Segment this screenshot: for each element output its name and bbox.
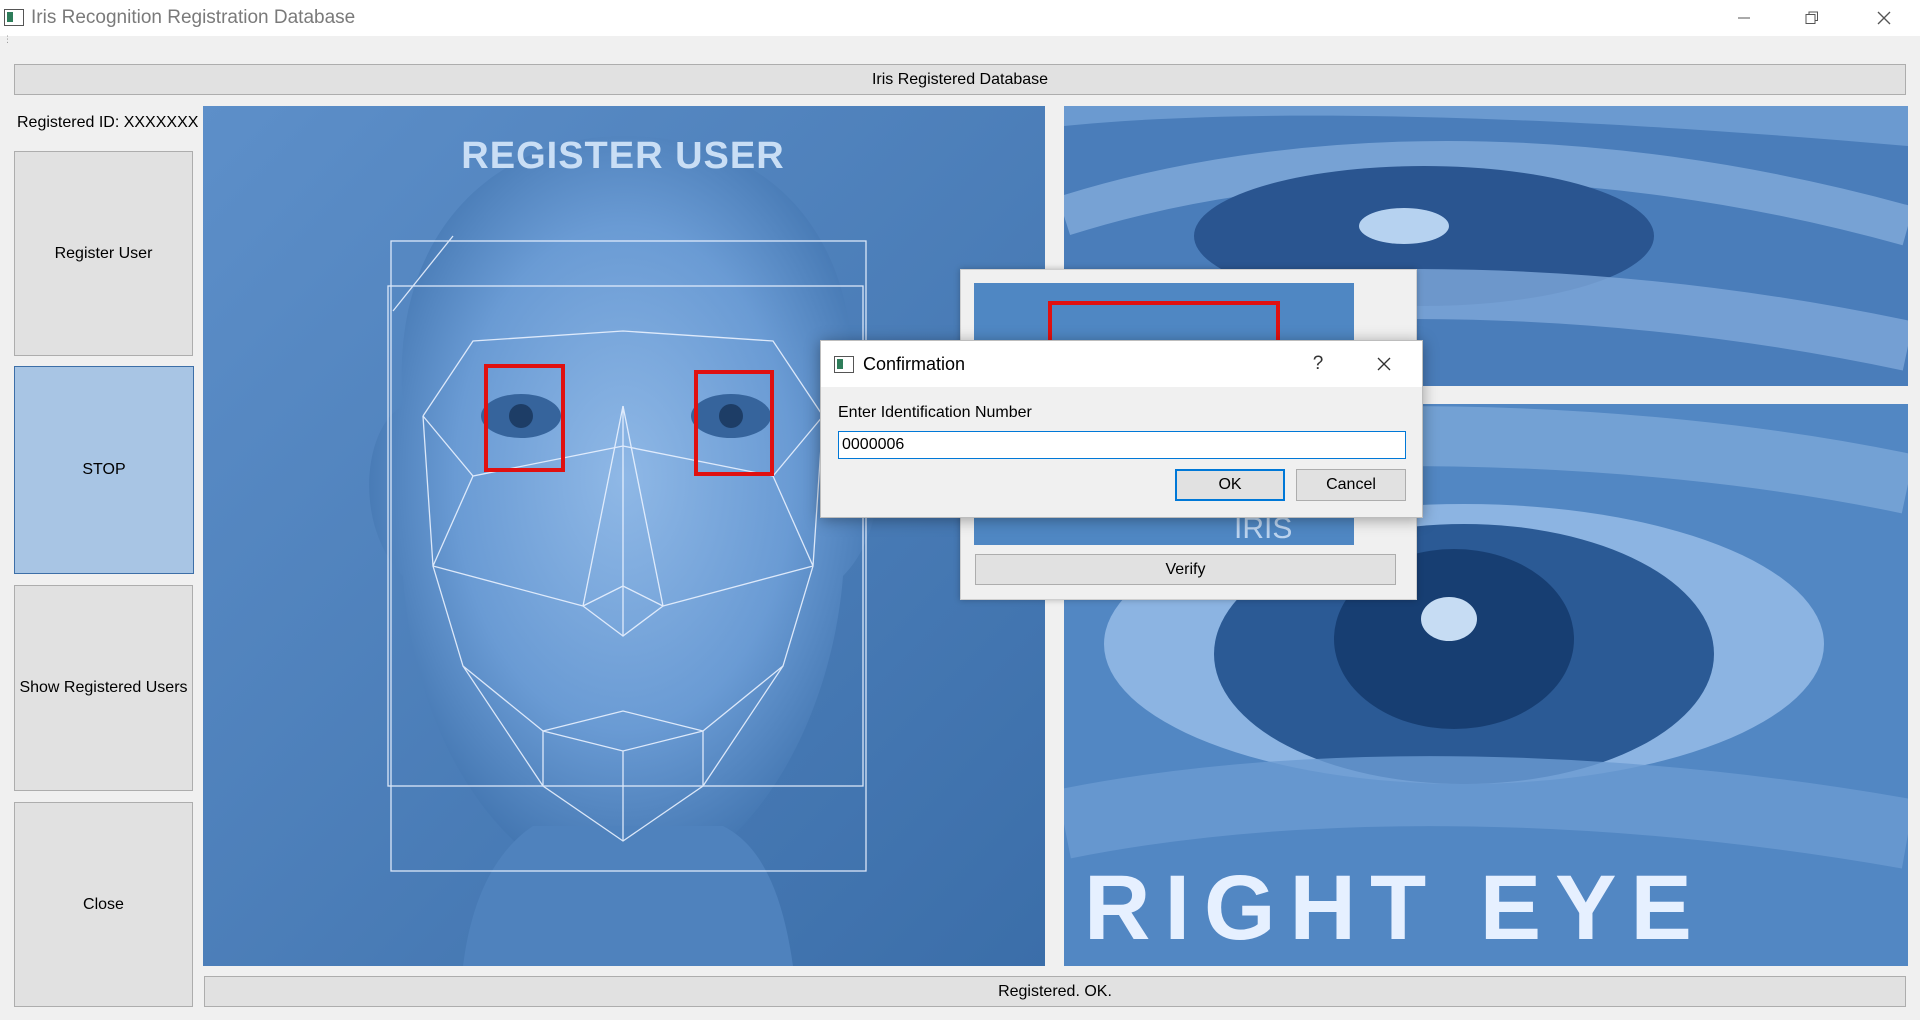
window-close-button[interactable] xyxy=(1856,0,1912,36)
close-button[interactable]: Close xyxy=(14,802,193,1007)
cancel-button[interactable]: Cancel xyxy=(1296,469,1406,501)
minimize-button[interactable] xyxy=(1716,0,1772,36)
close-icon xyxy=(1377,357,1391,371)
right-eye-caption: RIGHT EYE xyxy=(1084,857,1706,959)
restore-icon xyxy=(1805,11,1818,24)
registered-id-label: Registered ID: XXXXXXX xyxy=(17,114,199,131)
identification-number-input[interactable] xyxy=(838,431,1406,459)
window-title-bar[interactable]: Iris Recognition Registration Database xyxy=(0,0,1920,36)
toolbar-grip: ⋮ xyxy=(3,34,12,44)
status-bar: Registered. OK. xyxy=(204,976,1906,1007)
minimize-icon xyxy=(1738,17,1750,19)
dialog-title: Confirmation xyxy=(863,354,966,374)
ok-button[interactable]: OK xyxy=(1175,469,1285,501)
identification-prompt: Enter Identification Number xyxy=(838,404,1032,421)
face-caption: REGISTER USER xyxy=(461,135,784,177)
face-scan-image: REGISTER USER xyxy=(203,106,1045,966)
register-user-button[interactable]: Register User xyxy=(14,151,193,356)
database-header-button[interactable]: Iris Registered Database xyxy=(14,64,1906,95)
stop-button[interactable]: STOP xyxy=(14,366,194,574)
restore-button[interactable] xyxy=(1784,0,1840,36)
window-title: Iris Recognition Registration Database xyxy=(31,7,356,28)
show-registered-users-button[interactable]: Show Registered Users xyxy=(14,585,193,791)
dialog-app-icon xyxy=(834,356,854,373)
app-icon xyxy=(4,9,24,26)
dialog-close-button[interactable] xyxy=(1367,349,1401,379)
verify-button[interactable]: Verify xyxy=(975,554,1396,585)
close-icon xyxy=(1877,11,1891,25)
help-button[interactable]: ? xyxy=(1301,349,1335,379)
confirmation-dialog[interactable]: Confirmation ? Enter Identification Numb… xyxy=(820,340,1423,518)
dialog-title-bar[interactable]: Confirmation ? xyxy=(821,341,1422,387)
